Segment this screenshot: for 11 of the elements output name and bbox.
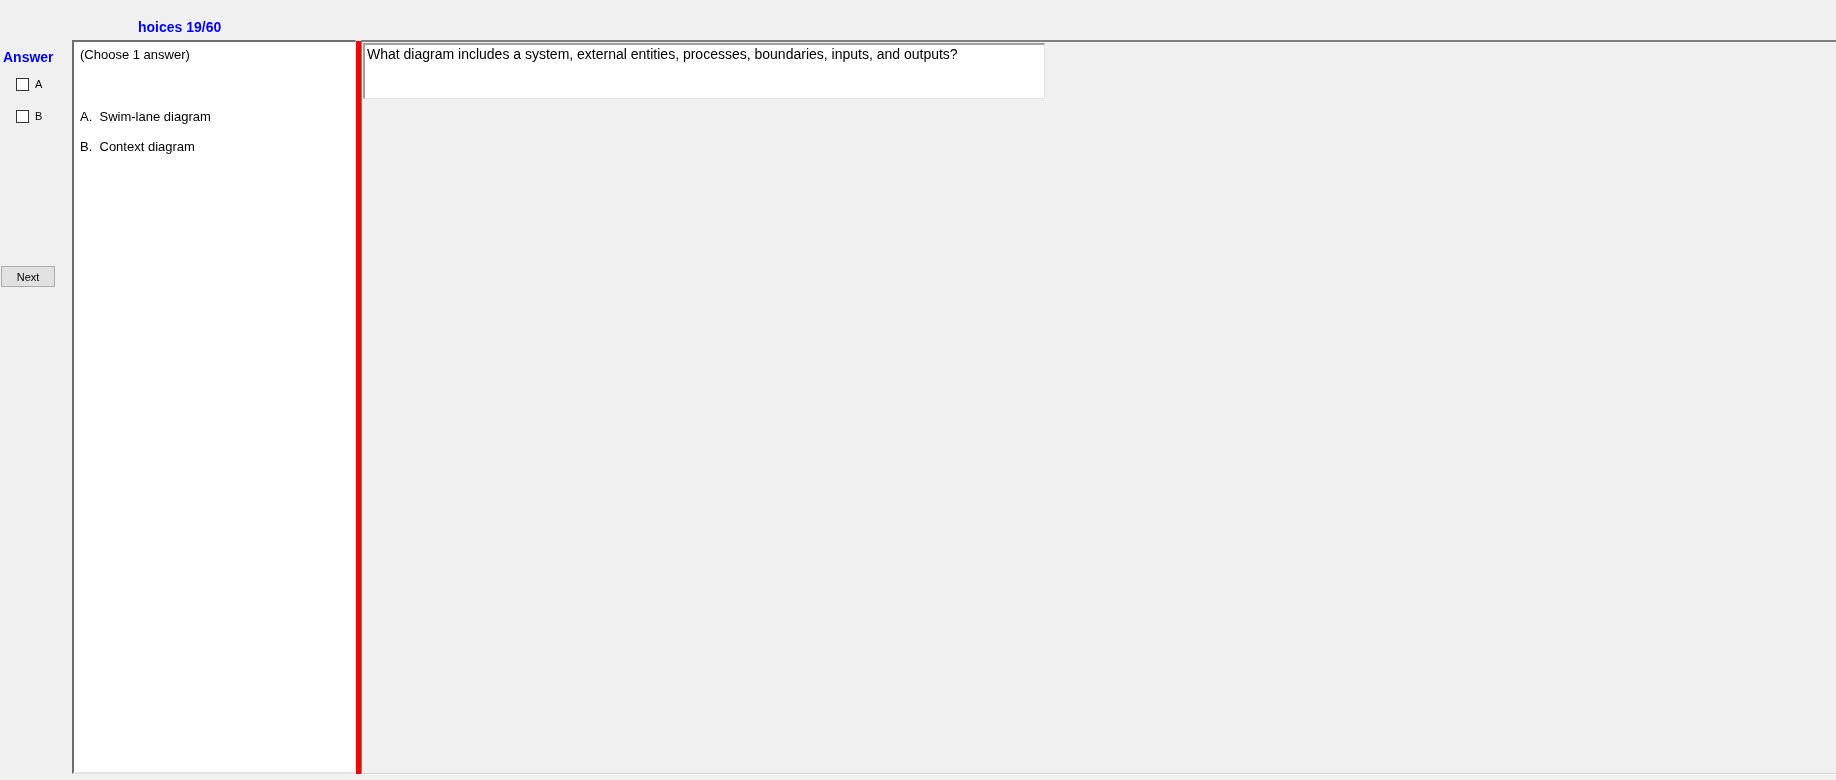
answer-choice: B. Context diagram (80, 139, 195, 155)
instruction-text: (Choose 1 answer) (80, 47, 190, 63)
checkbox[interactable] (16, 78, 29, 91)
answer-choice: A. Swim-lane diagram (80, 109, 211, 125)
header-title: hoices 19/60 (138, 19, 222, 35)
checkbox-label: A (35, 78, 43, 91)
checkbox-label: B (35, 110, 43, 123)
answer-heading: Answer (3, 49, 54, 65)
next-button[interactable]: Next (1, 266, 55, 287)
checkbox[interactable] (16, 110, 29, 123)
question-text-box: What diagram includes a system, external entities, processes, boundaries, inputs, and outputs? (363, 43, 1045, 99)
